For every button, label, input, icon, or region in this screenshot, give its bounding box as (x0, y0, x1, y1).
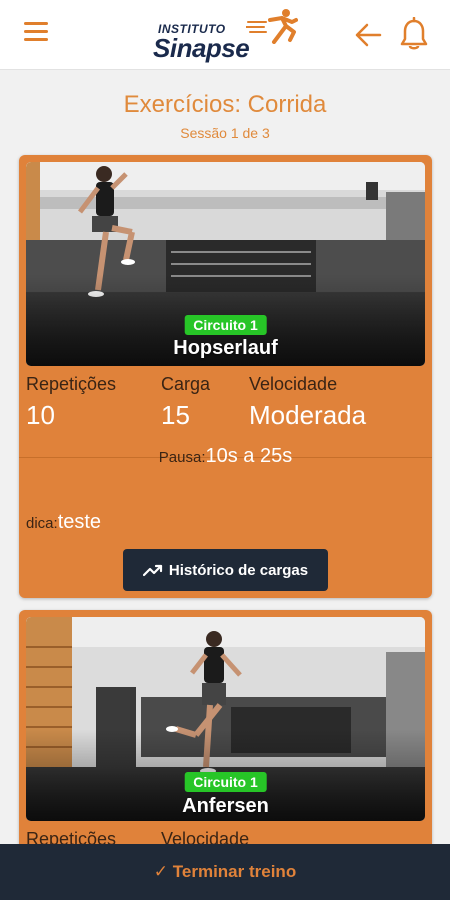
reps-value: 10 (26, 400, 55, 430)
finish-workout-button[interactable]: ✓ Terminar treino (0, 844, 450, 900)
pause-row: Pausa:10s a 25s (19, 445, 432, 468)
load-label: Carga (161, 374, 211, 394)
bell-icon[interactable] (400, 17, 428, 51)
load-value: 15 (161, 400, 190, 430)
app-screen: INSTITUTO Sinapse Exercícios: Corrida Se… (0, 0, 450, 900)
arrow-left-icon[interactable] (354, 22, 382, 48)
session-subtitle: Sessão 1 de 3 (180, 125, 270, 141)
pause-value: 10s a 25s (205, 445, 293, 467)
load-history-label: Histórico de cargas (168, 561, 309, 579)
tip-label: dica: (26, 515, 58, 532)
tip-value: teste (57, 511, 102, 533)
exercise-card: Circuito 1 Hopserlauf Repetições 10 Carg… (19, 155, 432, 598)
gym-scene-image (26, 162, 425, 366)
exercise-video-thumbnail[interactable]: Circuito 1 Anfersen (26, 617, 425, 821)
page-title: Exercícios: Corrida (123, 91, 327, 118)
circuit-badge: Circuito 1 (184, 772, 267, 792)
logo: INSTITUTO Sinapse (150, 8, 300, 63)
exercise-name: Hopserlauf (173, 337, 278, 359)
exercise-video-thumbnail[interactable]: Circuito 1 Hopserlauf (26, 162, 425, 366)
speed-label: Velocidade (249, 374, 338, 394)
tip-row: dica:teste (26, 511, 101, 534)
trending-up-icon (142, 564, 162, 577)
logo-big-text: Sinapse (153, 33, 250, 63)
pause-label: Pausa: (158, 449, 206, 466)
reps-label: Repetições (26, 374, 117, 394)
load-history-button[interactable]: Histórico de cargas (123, 549, 328, 591)
hamburger-menu-icon[interactable] (24, 22, 48, 44)
speed-value: Moderada (249, 400, 367, 430)
runner-logo-icon (246, 9, 298, 44)
app-header: INSTITUTO Sinapse (0, 0, 450, 70)
exercise-name: Anfersen (182, 795, 269, 817)
circuit-badge: Circuito 1 (184, 315, 267, 335)
